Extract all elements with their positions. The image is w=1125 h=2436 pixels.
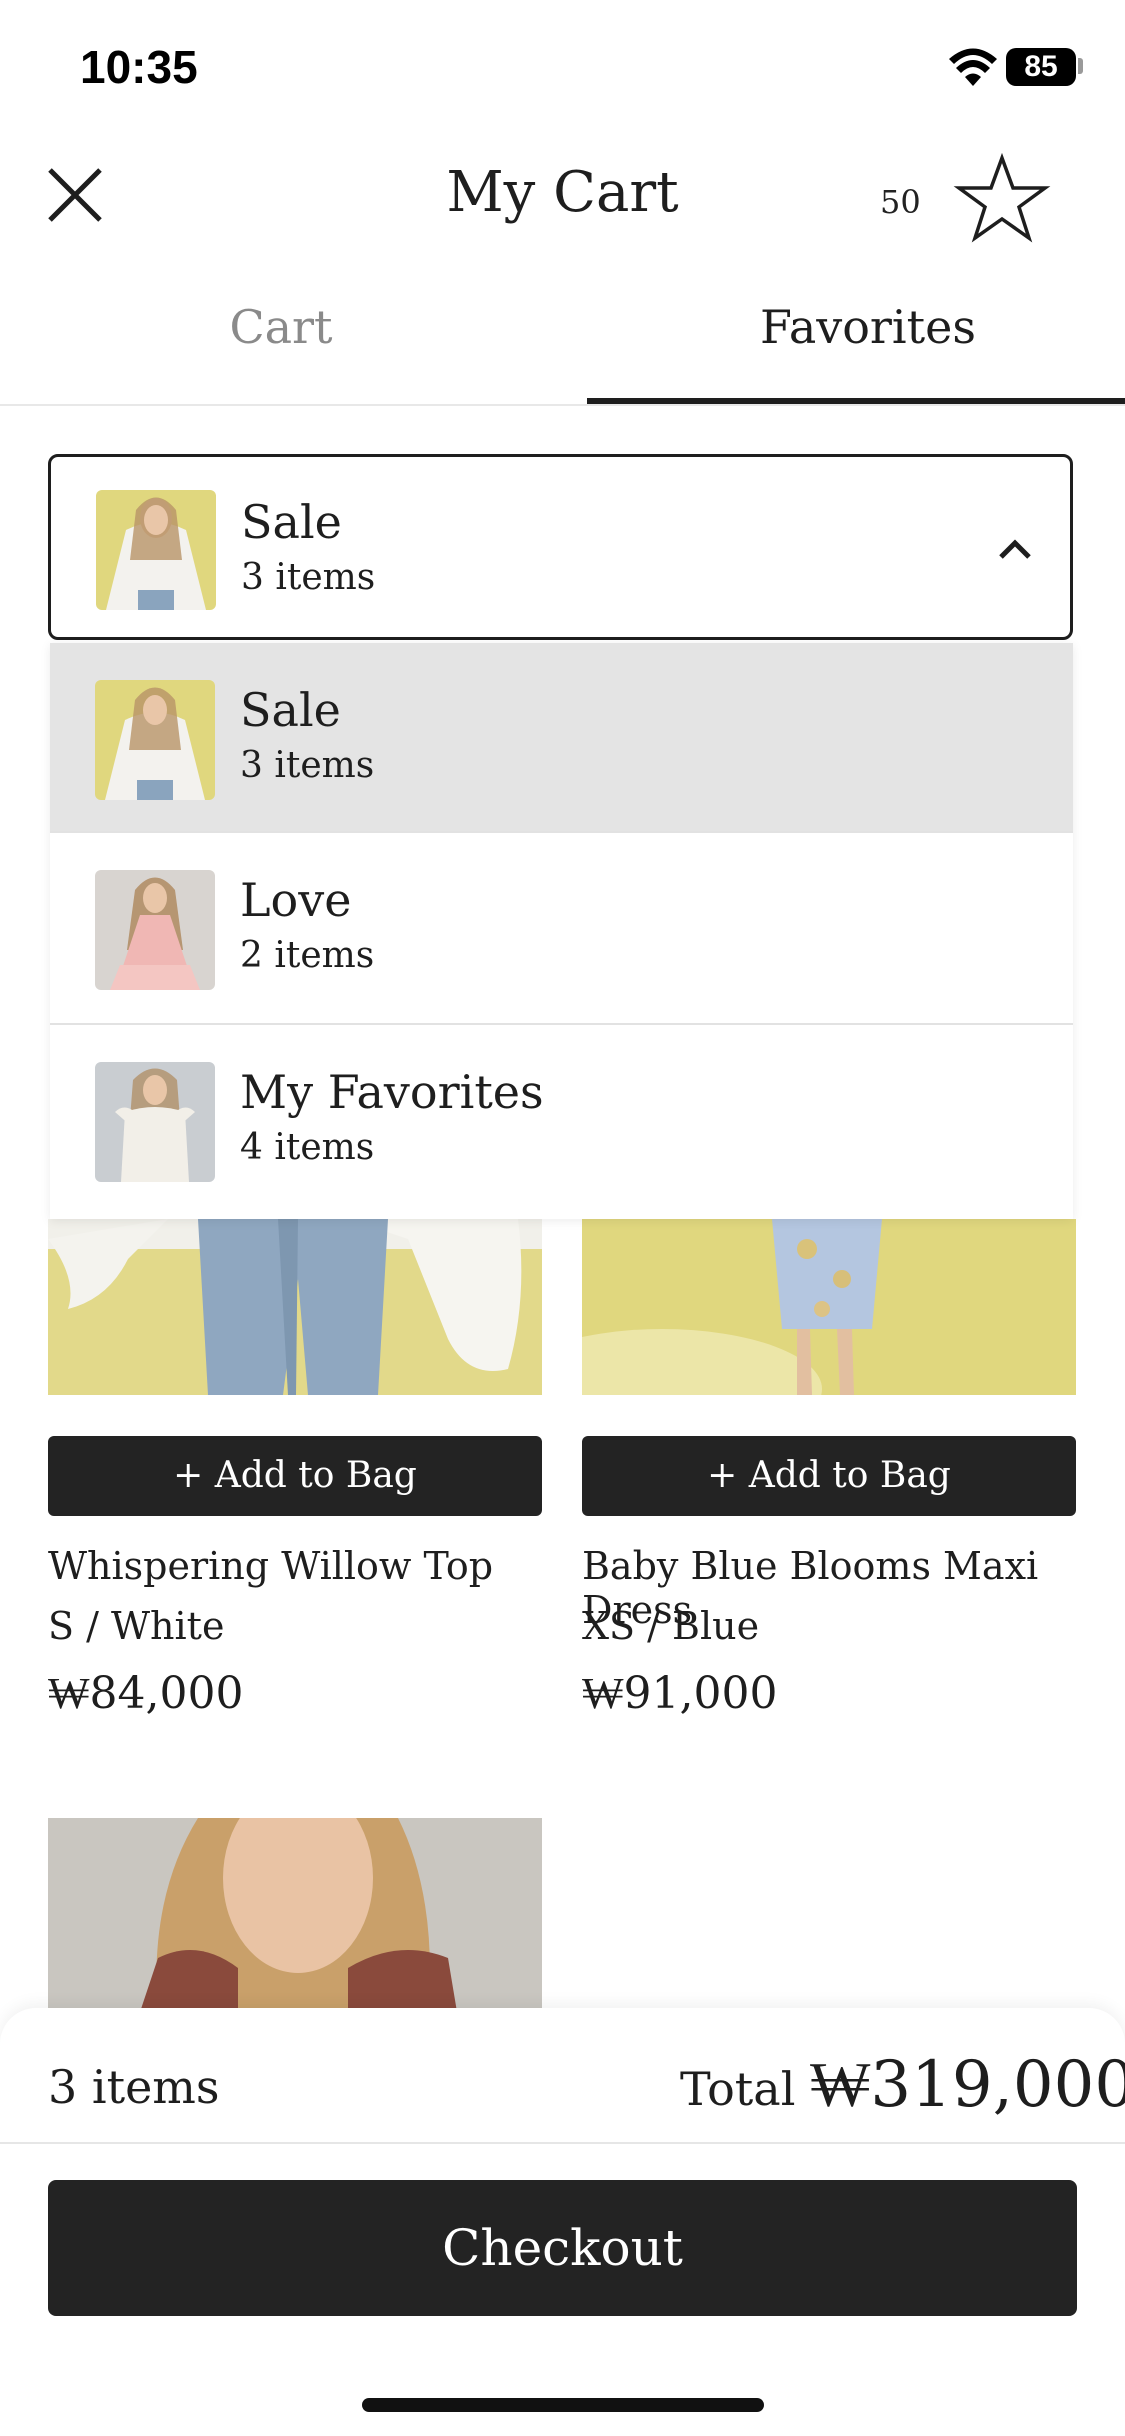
select-title: Sale [241,495,342,549]
list-thumbnail [95,870,215,990]
product-variant: XS / Blue [582,1604,760,1648]
product-image[interactable] [582,1219,1076,1395]
tab-cart[interactable]: Cart [0,300,562,354]
option-title: My Favorites [240,1065,544,1119]
option-title: Love [240,873,352,927]
option-title: Sale [240,683,341,737]
checkout-button[interactable]: Checkout [48,2180,1077,2316]
product-price: ₩91,000 [582,1668,778,1719]
battery-cap [1078,58,1083,74]
product-name[interactable]: Whispering Willow Top [48,1544,493,1588]
footer-total-value: ₩319,000 [810,2048,1125,2122]
favorites-count: 50 [880,183,921,221]
home-indicator[interactable] [362,2398,764,2412]
favorites-list-select[interactable]: Sale 3 items [48,454,1073,640]
footer-divider [0,2142,1125,2144]
product-image[interactable] [48,1818,542,2018]
favorites-list-menu: Sale 3 items Love 2 items My Favorites 4… [50,643,1073,1219]
option-count: 4 items [240,1127,375,1168]
tab-divider [0,404,1125,406]
add-to-bag-button[interactable]: + Add to Bag [582,1436,1076,1516]
footer-total-label: Total [680,2062,796,2116]
list-thumbnail [95,680,215,800]
tab-active-indicator [587,398,1125,404]
tab-favorites[interactable]: Favorites [587,300,1125,354]
option-count: 3 items [240,745,375,786]
option-count: 2 items [240,935,375,976]
status-time: 10:35 [80,41,198,93]
wifi-icon [948,48,998,92]
chevron-up-icon [999,539,1031,559]
favorites-star-button[interactable] [952,150,1052,250]
footer-items-count: 3 items [48,2060,220,2114]
select-count: 3 items [241,557,376,598]
add-to-bag-button[interactable]: + Add to Bag [48,1436,542,1516]
product-variant: S / White [48,1604,225,1648]
product-price: ₩84,000 [48,1668,244,1719]
product-image[interactable] [48,1219,542,1395]
list-option-love[interactable]: Love 2 items [50,833,1073,1023]
list-thumbnail [96,490,216,610]
star-icon [953,152,1051,243]
list-thumbnail [95,1062,215,1182]
list-option-sale[interactable]: Sale 3 items [50,643,1073,833]
battery-indicator: 85 [1006,48,1076,86]
list-option-my-favorites[interactable]: My Favorites 4 items [50,1025,1073,1215]
